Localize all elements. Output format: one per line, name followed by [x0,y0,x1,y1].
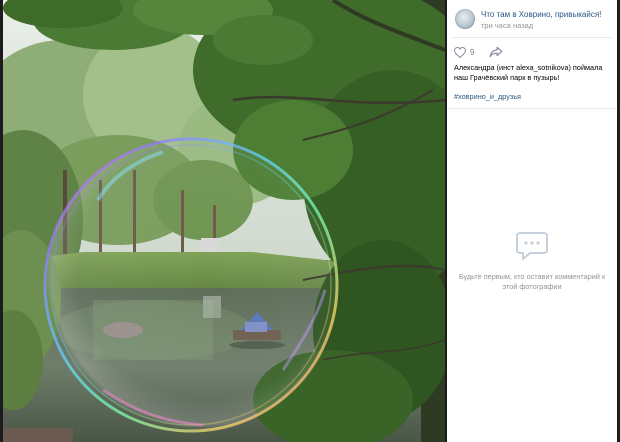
post-header: Что там в Ховрино, привыкайся! три часа … [447,0,617,36]
post-timestamp[interactable]: три часа назад [481,21,533,30]
group-avatar[interactable] [455,9,475,29]
like-count: 9 [470,47,475,57]
share-button[interactable] [489,45,505,59]
post-side-panel: Что там в Ховрино, привыкайся! три часа … [447,0,617,442]
like-button[interactable]: 9 [454,45,474,59]
comment-bubble-icon [516,232,548,260]
header-divider [453,37,611,38]
photo[interactable] [3,0,445,442]
empty-comments-text: Будьте первым, кто оставит комментарий к… [458,272,606,291]
post-caption: Александра (инст alexa_sotnikova) поймал… [454,63,603,82]
hashtag-link[interactable]: #ховрино_и_друзья [454,92,521,101]
comments-divider [447,108,617,109]
heart-icon [454,46,466,58]
group-name-link[interactable]: Что там в Ховрино, привыкайся! [481,10,613,19]
photo-viewer: Что там в Ховрино, привыкайся! три часа … [0,0,620,442]
post-actions: 9 [447,40,617,62]
park-photo-with-soap-bubble [3,0,445,442]
share-arrow-icon [489,46,503,58]
empty-comments-placeholder: Будьте первым, кто оставит комментарий к… [447,230,617,292]
